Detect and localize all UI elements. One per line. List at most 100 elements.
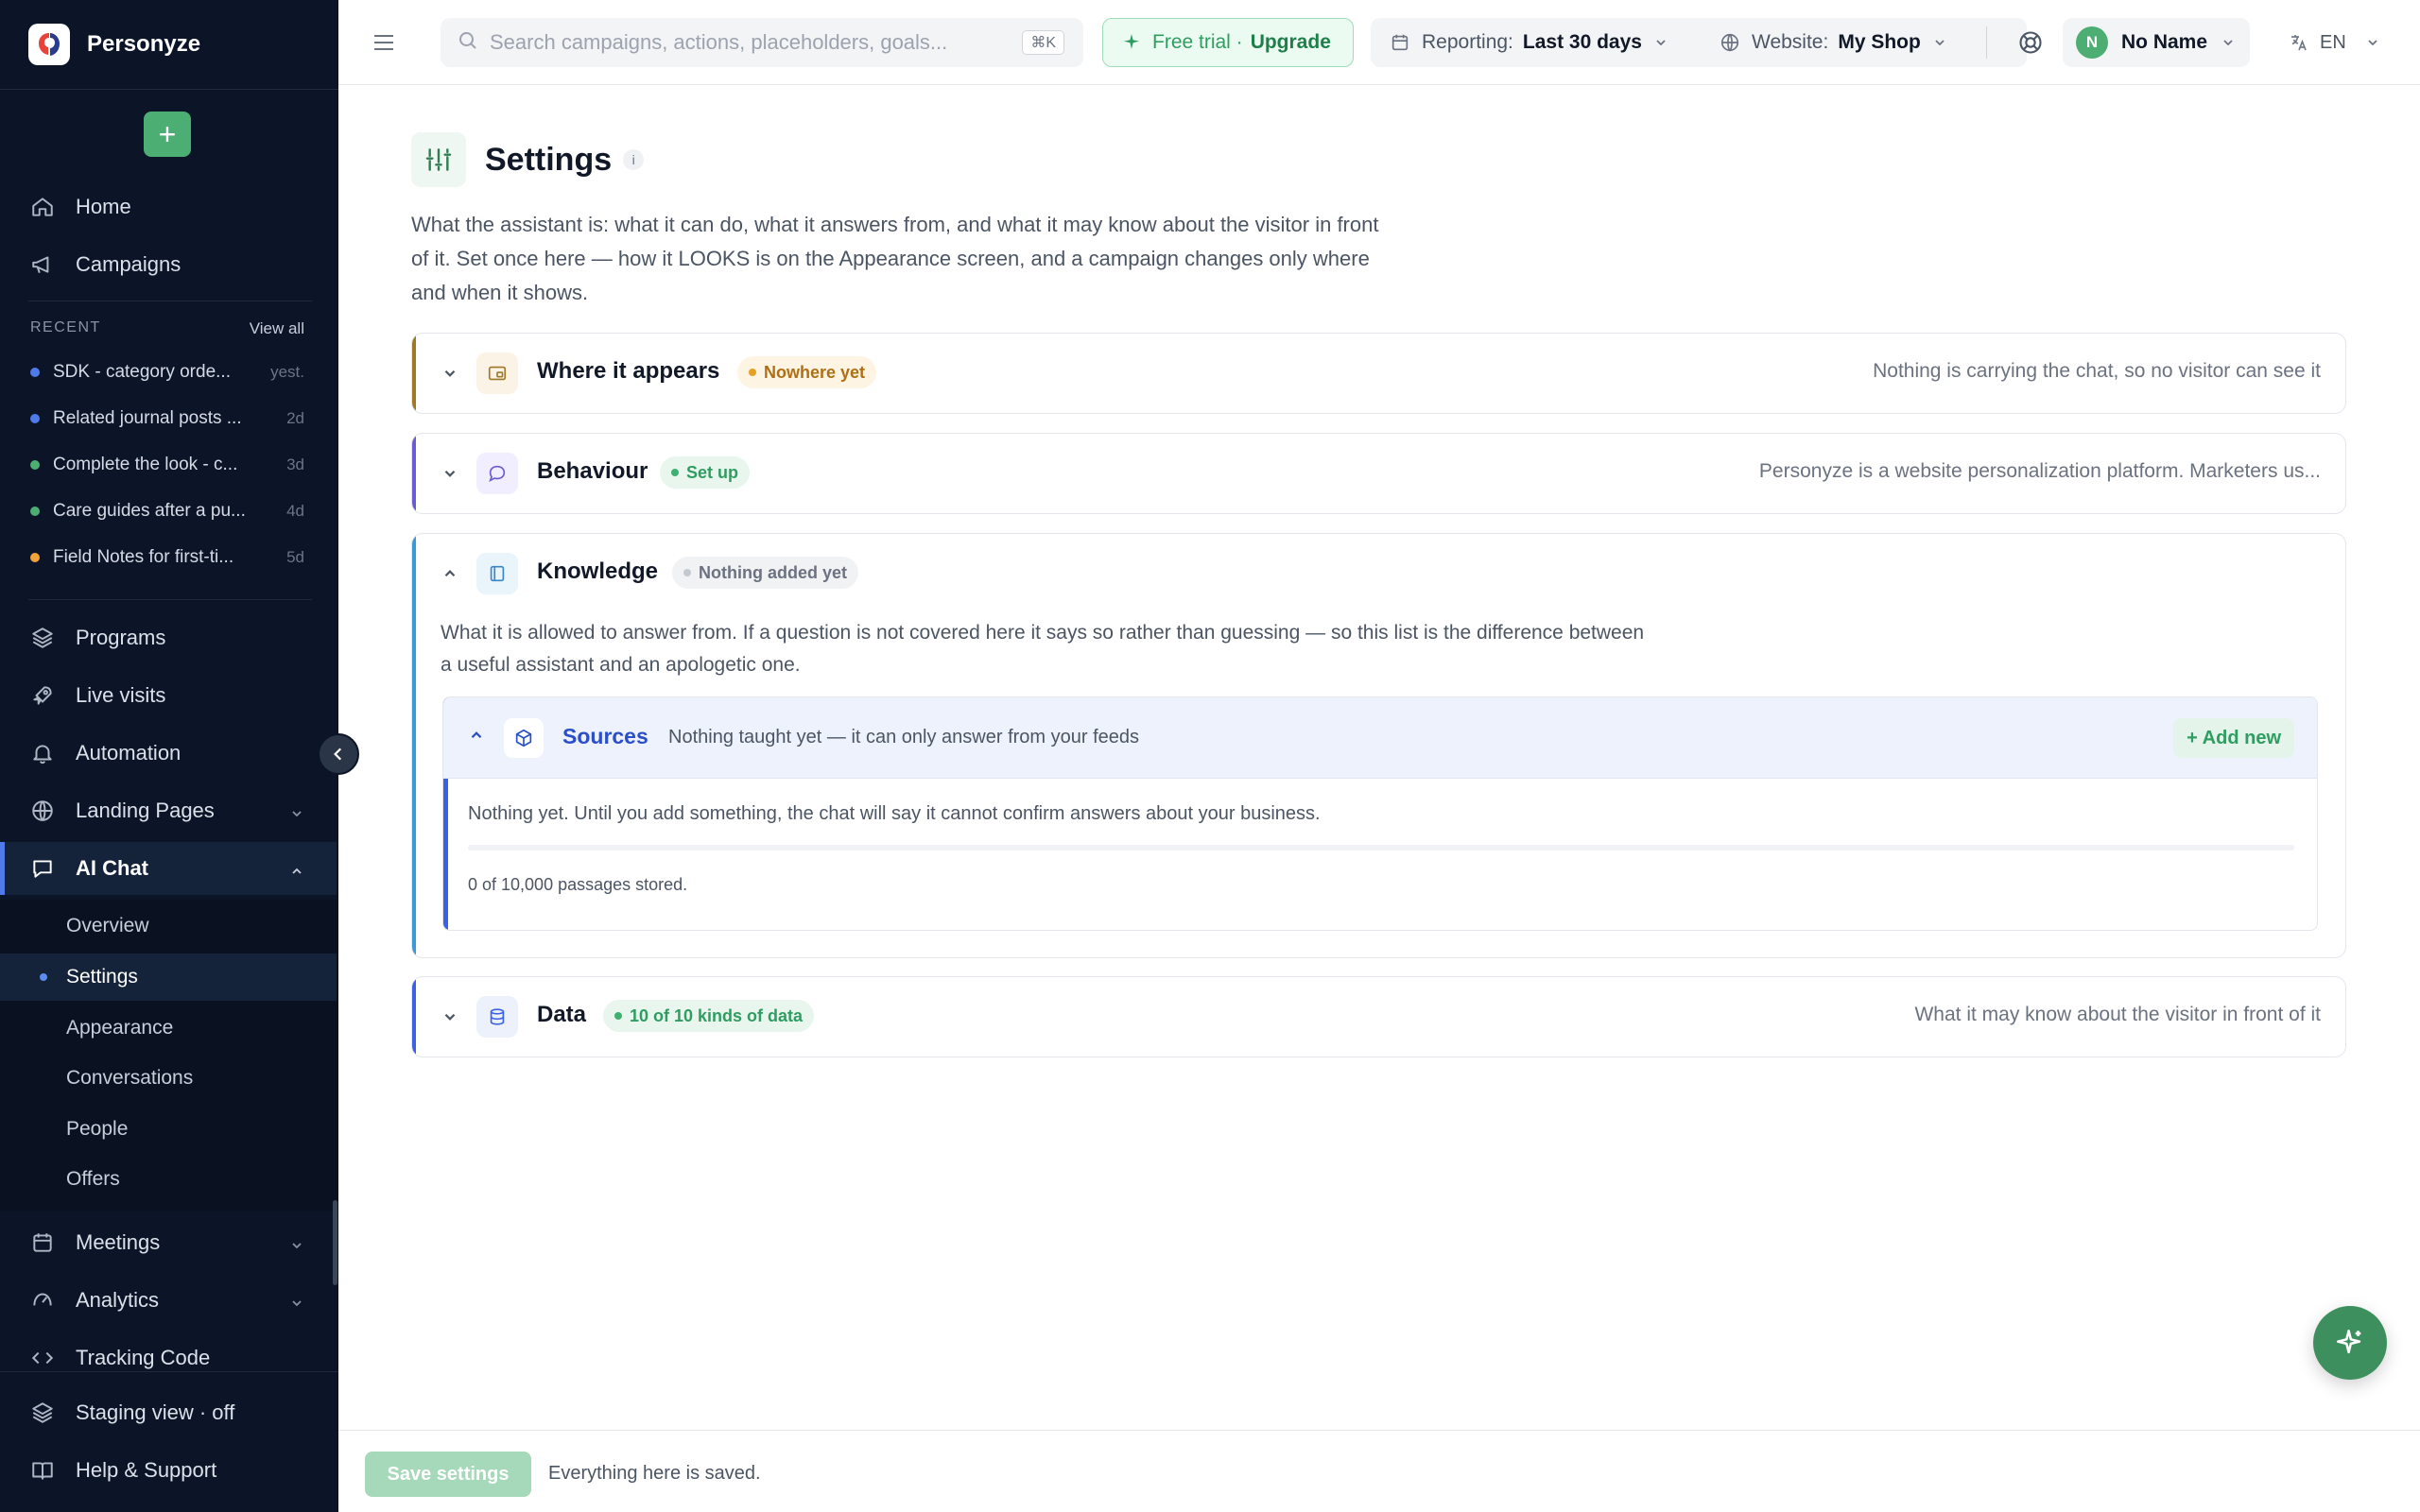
user-menu[interactable]: N No Name xyxy=(2063,18,2250,67)
status-dot xyxy=(614,1012,622,1020)
chevron-down-icon xyxy=(2221,35,2236,50)
nav-item-analytics[interactable]: Analytics xyxy=(0,1274,337,1327)
nav-label: Programs xyxy=(76,626,166,649)
section-data[interactable]: Data 10 of 10 kinds of data What it may … xyxy=(411,976,2346,1057)
recent-item-time: yest. xyxy=(270,363,304,381)
view-all-link[interactable]: View all xyxy=(250,319,304,338)
nav-label: Tracking Code xyxy=(76,1346,211,1369)
translate-icon xyxy=(2290,33,2308,52)
sub-item-settings[interactable]: Settings xyxy=(0,954,337,1001)
nav-label: Help & Support xyxy=(76,1458,217,1482)
section-where-it-appears[interactable]: Where it appears Nowhere yet Nothing is … xyxy=(411,333,2346,414)
badge-label: Set up xyxy=(686,462,739,482)
recent-header: RECENT View all xyxy=(30,319,304,338)
sub-item-offers[interactable]: Offers xyxy=(0,1156,337,1203)
website-value: My Shop xyxy=(1838,31,1921,53)
recent-item[interactable]: SDK - category orde... yest. xyxy=(30,358,304,387)
recent-item[interactable]: Complete the look - c... 3d xyxy=(30,451,304,479)
chevron-down-icon xyxy=(289,802,304,827)
sparkle-icon xyxy=(2334,1327,2366,1359)
chevron-down-icon xyxy=(1653,35,1668,50)
chevron-up-icon[interactable] xyxy=(439,562,461,585)
recent-item[interactable]: Care guides after a pu... 4d xyxy=(30,497,304,525)
sources-header[interactable]: Sources Nothing taught yet — it can only… xyxy=(443,697,2317,779)
language-select[interactable]: EN xyxy=(2276,18,2380,67)
nav-item-staging-view[interactable]: Staging view · off xyxy=(0,1386,337,1439)
search-input[interactable] xyxy=(490,30,1000,55)
recent-item[interactable]: Related journal posts ... 2d xyxy=(30,404,304,433)
save-settings-button[interactable]: Save settings xyxy=(365,1452,531,1497)
recent-item-title: Complete the look - c... xyxy=(53,455,238,474)
calendar-icon xyxy=(1390,32,1410,53)
brand[interactable]: Personyze xyxy=(28,24,200,65)
nav-item-home[interactable]: Home xyxy=(0,180,337,233)
database-icon xyxy=(476,996,518,1038)
nav-item-help-support[interactable]: Help & Support xyxy=(0,1444,337,1497)
chat-bubble-icon xyxy=(476,453,518,494)
sidebar-scrollbar[interactable] xyxy=(333,1200,337,1285)
megaphone-icon xyxy=(28,250,57,279)
recent-item-time: 2d xyxy=(286,409,304,427)
sub-item-conversations[interactable]: Conversations xyxy=(0,1055,337,1102)
book-icon xyxy=(28,1456,57,1485)
chevron-up-icon[interactable] xyxy=(468,727,485,748)
nav-item-meetings[interactable]: Meetings xyxy=(0,1216,337,1269)
status-dot xyxy=(683,569,691,576)
website-select[interactable]: Website: My Shop xyxy=(1701,18,1967,67)
chevron-down-icon[interactable] xyxy=(439,462,461,485)
topbar-divider xyxy=(1986,26,1987,59)
add-new-source-button[interactable]: + Add new xyxy=(2173,718,2294,758)
create-new-button[interactable]: + xyxy=(144,112,191,157)
trial-label: Free trial · xyxy=(1152,31,1243,53)
gauge-icon xyxy=(28,1286,57,1314)
recent-item-title: Care guides after a pu... xyxy=(53,501,246,521)
nav-item-tracking-code[interactable]: Tracking Code xyxy=(0,1332,337,1384)
chevron-down-icon[interactable] xyxy=(439,362,461,385)
nav-item-campaigns[interactable]: Campaigns xyxy=(0,238,337,291)
recent-item-title: Related journal posts ... xyxy=(53,408,242,428)
section-description: What it is allowed to answer from. If a … xyxy=(441,622,1645,676)
nav-label: Staging view · off xyxy=(76,1400,235,1424)
section-title: Behaviour xyxy=(537,458,648,484)
sub-item-overview[interactable]: Overview xyxy=(0,902,337,950)
nav-item-live-visits[interactable]: Live visits xyxy=(0,669,337,722)
ai-assistant-button[interactable] xyxy=(2313,1306,2387,1380)
page-description: What the assistant is: what it can do, w… xyxy=(411,213,1379,304)
chevron-up-icon xyxy=(289,860,304,885)
section-summary: Personyze is a website personalization p… xyxy=(1758,460,2321,482)
nav-item-ai-chat[interactable]: AI Chat xyxy=(0,842,337,895)
collapse-sidebar-button[interactable] xyxy=(318,733,359,775)
section-title: Knowledge xyxy=(537,558,659,584)
upgrade-label: Upgrade xyxy=(1250,31,1331,53)
recent-item[interactable]: Field Notes for first-ti... 5d xyxy=(30,543,304,572)
menu-icon[interactable] xyxy=(367,26,401,60)
status-badge: Set up xyxy=(660,456,751,489)
sidebar-divider xyxy=(0,1371,338,1372)
cube-icon xyxy=(504,718,544,758)
sub-item-appearance[interactable]: Appearance xyxy=(0,1005,337,1052)
section-behaviour[interactable]: Behaviour Set up Personyze is a website … xyxy=(411,433,2346,514)
search-box[interactable]: ⌘K xyxy=(441,18,1083,67)
sources-empty-text: Nothing yet. Until you add something, th… xyxy=(468,803,1321,824)
nav-item-landing-pages[interactable]: Landing Pages xyxy=(0,784,337,837)
nav-item-programs[interactable]: Programs xyxy=(0,611,337,664)
status-badge: 10 of 10 kinds of data xyxy=(603,1000,815,1032)
section-accent xyxy=(412,334,416,413)
info-icon[interactable]: i xyxy=(623,149,645,170)
language-value: EN xyxy=(2320,31,2346,53)
sub-item-people[interactable]: People xyxy=(0,1106,337,1153)
calendar-icon xyxy=(28,1228,57,1257)
sources-panel: Sources Nothing taught yet — it can only… xyxy=(442,696,2318,931)
search-shortcut: ⌘K xyxy=(1022,30,1064,55)
section-title: Where it appears xyxy=(537,358,720,384)
nav-item-automation[interactable]: Automation xyxy=(0,727,337,780)
lifebuoy-icon[interactable] xyxy=(2014,26,2048,60)
status-dot xyxy=(749,369,756,376)
status-badge: Nothing added yet xyxy=(672,557,858,589)
chevron-down-icon[interactable] xyxy=(439,1005,461,1028)
section-accent xyxy=(412,534,416,957)
free-trial-upgrade-button[interactable]: Free trial · Upgrade xyxy=(1102,18,1354,67)
nav-label: Automation xyxy=(76,741,182,765)
section-summary: What it may know about the visitor in fr… xyxy=(1914,1004,2321,1025)
chevron-down-icon xyxy=(289,1234,304,1259)
